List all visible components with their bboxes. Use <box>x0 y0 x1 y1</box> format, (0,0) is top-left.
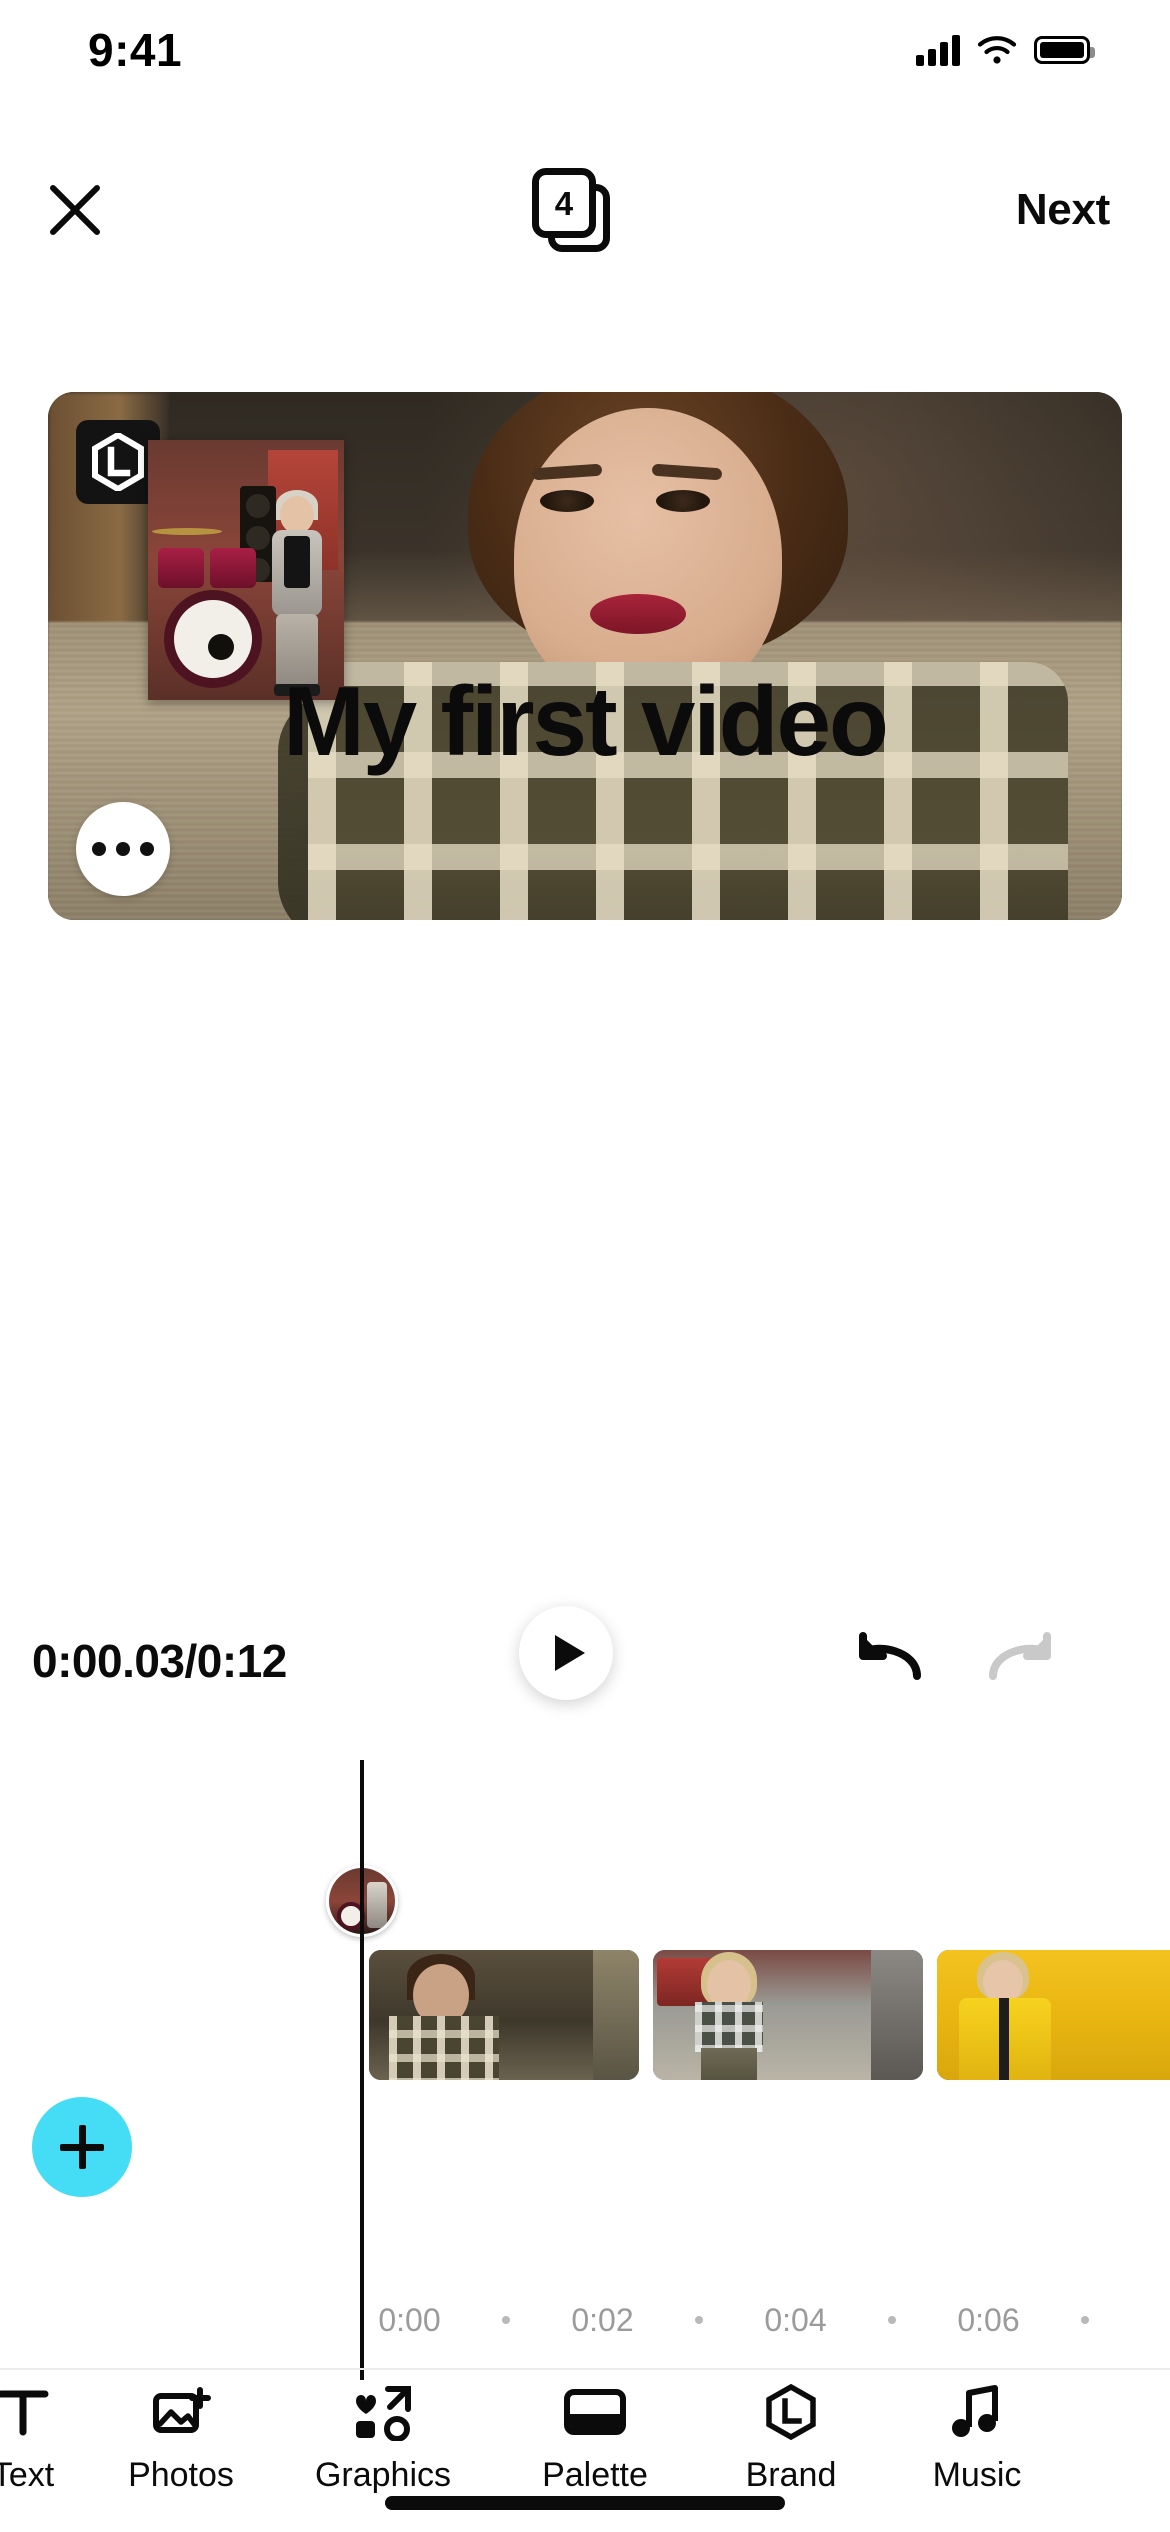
more-options-ellipsis-icon <box>92 842 106 856</box>
timeline-clip[interactable] <box>369 1950 639 2080</box>
toolbar-item-text[interactable]: Text <box>0 2382 88 2495</box>
preview-subject <box>278 392 1068 920</box>
timecode-display: 0:00.03/0:12 <box>32 1635 287 1687</box>
toolbar-label: Palette <box>542 2456 648 2494</box>
timeline[interactable]: 0:00 0:02 0:04 0:06 <box>0 1760 1170 2380</box>
palette-icon <box>562 2382 628 2442</box>
playhead[interactable] <box>360 1760 364 2380</box>
brand-hexagon-l-icon <box>92 433 144 491</box>
toolbar-label: Brand <box>745 2456 837 2494</box>
add-clip-button[interactable] <box>32 2097 132 2197</box>
battery-full-icon <box>1034 36 1095 64</box>
toolbar-item-brand[interactable]: Brand <box>698 2382 884 2495</box>
time-ruler: 0:00 0:02 0:04 0:06 <box>361 2290 1170 2350</box>
toolbar-label: Graphics <box>314 2456 452 2494</box>
toolbar-item-palette[interactable]: Palette <box>492 2382 698 2495</box>
toolbar-label: Photos <box>128 2456 234 2494</box>
navigation-bar: 4 Next <box>0 150 1170 270</box>
text-t-icon <box>0 2382 51 2442</box>
ruler-mark: 0:06 <box>957 2301 1020 2338</box>
scene-count-badge: 4 <box>554 184 574 222</box>
toolbar-label: Text <box>0 2456 55 2494</box>
home-indicator <box>385 2496 785 2510</box>
timeline-track[interactable] <box>326 1760 1170 2380</box>
video-preview[interactable]: My first video <box>48 392 1122 920</box>
timeline-clip[interactable] <box>937 1950 1170 2080</box>
ruler-mark: 0:02 <box>571 2301 634 2338</box>
close-x-icon <box>50 185 100 235</box>
toolbar-item-music[interactable]: Music <box>884 2382 1070 2495</box>
next-button[interactable]: Next <box>1004 175 1122 245</box>
more-options-button[interactable] <box>76 802 170 896</box>
cellular-signal-icon <box>916 34 960 66</box>
undo-button[interactable] <box>855 1624 935 1694</box>
ruler-mark: 0:04 <box>764 2301 827 2338</box>
timeline-clip[interactable] <box>653 1950 923 2080</box>
app-screen: 9:41 4 Next My first video 0:00.03/0:12 … <box>0 0 1170 2532</box>
status-icons <box>916 34 1095 66</box>
video-preview-container[interactable]: My first video <box>48 392 1122 920</box>
undo-icon <box>859 1632 921 1680</box>
scenes-front-card: 4 <box>531 168 596 238</box>
toolbar-item-graphics[interactable]: Graphics <box>274 2382 492 2495</box>
photo-sticker-drummer[interactable] <box>148 440 344 700</box>
ruler-dot <box>888 2316 896 2324</box>
text-overlay[interactable]: My first video <box>48 672 1122 770</box>
play-icon <box>555 1635 585 1671</box>
ruler-mark: 0:00 <box>378 2301 441 2338</box>
redo-button[interactable] <box>975 1624 1055 1694</box>
bottom-toolbar[interactable]: Text Photos Gr <box>0 2382 1170 2502</box>
clip-list[interactable] <box>369 1950 1170 2080</box>
toolbar-divider <box>0 2368 1170 2370</box>
toolbar-item-photos[interactable]: Photos <box>88 2382 274 2495</box>
playback-controls: 0:00.03/0:12 <box>0 1606 1170 1732</box>
ruler-dot <box>502 2316 510 2324</box>
ruler-dot <box>1081 2316 1089 2324</box>
scenes-button[interactable]: 4 <box>526 162 622 258</box>
ruler-dot <box>695 2316 703 2324</box>
photos-add-icon <box>151 2382 211 2442</box>
status-bar: 9:41 <box>0 0 1170 100</box>
wifi-icon <box>977 36 1017 64</box>
graphics-shapes-icon <box>352 2382 414 2442</box>
redo-icon <box>989 1632 1051 1680</box>
toolbar-label: Music <box>932 2456 1022 2494</box>
status-time: 9:41 <box>88 24 183 76</box>
play-button[interactable] <box>519 1606 613 1700</box>
brand-hexagon-icon <box>763 2382 819 2442</box>
music-note-icon <box>949 2382 1005 2442</box>
close-button[interactable] <box>30 165 120 255</box>
